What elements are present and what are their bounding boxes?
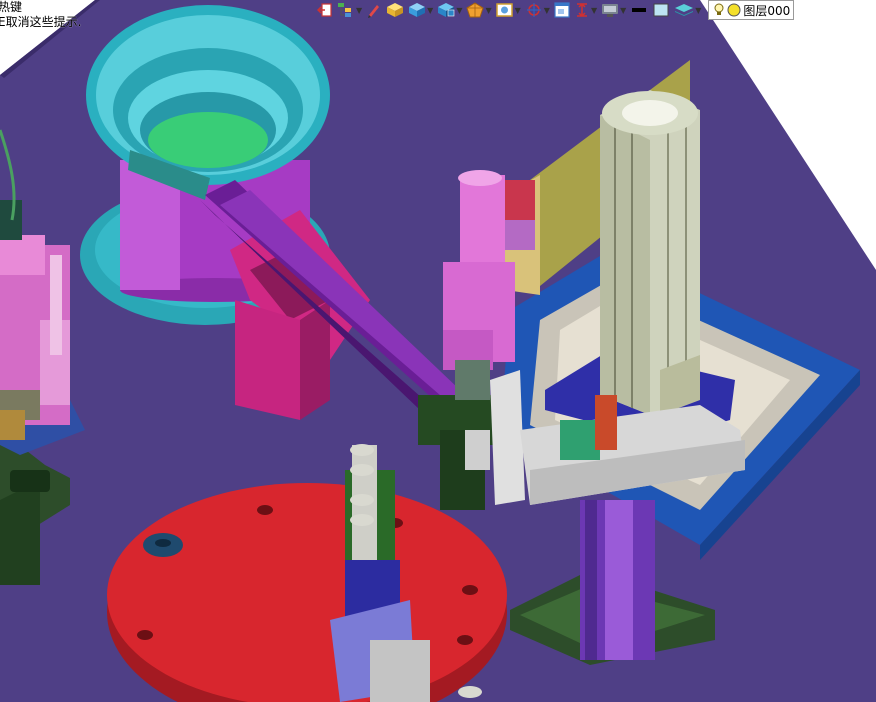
chevron-down-icon: ▼ xyxy=(356,5,363,15)
chevron-down-icon: ▼ xyxy=(485,5,492,15)
chevron-down-icon: ▼ xyxy=(590,5,598,15)
tree-button[interactable]: ▼ xyxy=(336,1,363,19)
view-orientation-button[interactable]: ▼ xyxy=(436,1,463,19)
rotary-indexing-table xyxy=(107,483,507,702)
yellow-cube-icon xyxy=(387,3,404,17)
hint-line-1: 热键 xyxy=(0,0,23,14)
back-button[interactable] xyxy=(316,1,334,19)
bulb-icon xyxy=(714,3,724,15)
render-mode-button[interactable]: ▼ xyxy=(465,1,492,19)
color-button[interactable] xyxy=(651,1,671,19)
tree-icon xyxy=(338,3,351,17)
window-icon xyxy=(554,2,570,18)
picture-icon xyxy=(495,3,513,17)
line-style-button[interactable] xyxy=(629,1,649,19)
yellow-dot-icon xyxy=(727,3,741,17)
target-icon xyxy=(526,3,541,17)
height-icon xyxy=(576,2,587,18)
part-button[interactable] xyxy=(385,1,405,19)
layer-selector[interactable]: 图层000 xyxy=(708,0,795,20)
pencil-icon xyxy=(368,5,380,18)
chevron-down-icon: ▼ xyxy=(620,5,627,15)
snap-button[interactable]: ▼ xyxy=(524,1,551,19)
chevron-down-icon: ▼ xyxy=(543,5,550,15)
display-icon xyxy=(602,4,619,17)
chevron-down-icon: ▼ xyxy=(695,5,702,15)
shaded-button[interactable]: ▼ xyxy=(407,1,434,19)
chevron-down-icon: ▼ xyxy=(456,5,463,15)
aluminum-column xyxy=(600,90,700,415)
layers-icon xyxy=(675,4,694,16)
render-polygon-icon xyxy=(466,2,485,18)
display-settings-button[interactable]: ▼ xyxy=(600,1,627,19)
cad-3d-viewport[interactable] xyxy=(0,0,876,702)
hotkey-hint: 热键 E取消这些提示. xyxy=(0,0,81,30)
section-height-button[interactable]: ▼ xyxy=(573,1,598,19)
color-swatch-icon xyxy=(653,3,669,17)
hint-line-2: E取消这些提示. xyxy=(0,15,82,29)
chevron-down-icon: ▼ xyxy=(514,5,521,15)
chevron-down-icon: ▼ xyxy=(427,5,434,15)
blue-cube-icon xyxy=(409,3,426,17)
layers-button[interactable]: ▼ xyxy=(673,1,702,19)
view-cube-icon xyxy=(438,3,455,17)
sketch-button[interactable] xyxy=(365,1,383,19)
view-toolbar: ▼ ▼ ▼ ▼ ▼ ▼ ▼ ▼ ▼ 图层000 xyxy=(316,0,795,20)
window-button[interactable] xyxy=(553,1,571,19)
black-line-icon xyxy=(632,8,647,12)
appearance-button[interactable]: ▼ xyxy=(495,1,522,19)
layer-name: 图层000 xyxy=(743,3,791,18)
back-icon xyxy=(317,3,332,17)
